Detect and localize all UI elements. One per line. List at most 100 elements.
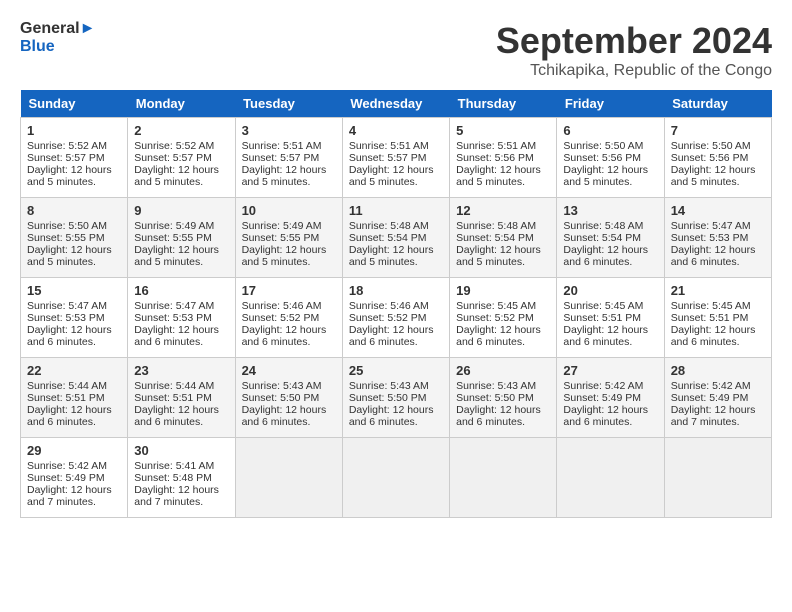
sunset-text: Sunset: 5:57 PM — [242, 152, 320, 164]
sunset-text: Sunset: 5:49 PM — [671, 392, 749, 404]
day-number: 5 — [456, 123, 550, 138]
daylight-text: Daylight: 12 hours and 5 minutes. — [27, 244, 112, 268]
week-row-4: 22Sunrise: 5:44 AMSunset: 5:51 PMDayligh… — [21, 358, 772, 438]
sunrise-text: Sunrise: 5:51 AM — [242, 140, 322, 152]
day-number: 19 — [456, 283, 550, 298]
calendar-cell: 28Sunrise: 5:42 AMSunset: 5:49 PMDayligh… — [664, 358, 771, 438]
sunrise-text: Sunrise: 5:45 AM — [563, 300, 643, 312]
sunrise-text: Sunrise: 5:49 AM — [242, 220, 322, 232]
daylight-text: Daylight: 12 hours and 5 minutes. — [456, 244, 541, 268]
daylight-text: Daylight: 12 hours and 5 minutes. — [242, 244, 327, 268]
calendar-cell: 4Sunrise: 5:51 AMSunset: 5:57 PMDaylight… — [342, 118, 449, 198]
day-number: 16 — [134, 283, 228, 298]
daylight-text: Daylight: 12 hours and 6 minutes. — [349, 324, 434, 348]
calendar-cell: 6Sunrise: 5:50 AMSunset: 5:56 PMDaylight… — [557, 118, 664, 198]
sunset-text: Sunset: 5:55 PM — [27, 232, 105, 244]
day-number: 1 — [27, 123, 121, 138]
sunset-text: Sunset: 5:56 PM — [456, 152, 534, 164]
calendar-cell: 12Sunrise: 5:48 AMSunset: 5:54 PMDayligh… — [450, 198, 557, 278]
sunset-text: Sunset: 5:55 PM — [242, 232, 320, 244]
sunrise-text: Sunrise: 5:50 AM — [27, 220, 107, 232]
sunrise-text: Sunrise: 5:49 AM — [134, 220, 214, 232]
daylight-text: Daylight: 12 hours and 6 minutes. — [134, 404, 219, 428]
sunrise-text: Sunrise: 5:43 AM — [349, 380, 429, 392]
daylight-text: Daylight: 12 hours and 5 minutes. — [456, 164, 541, 188]
sunrise-text: Sunrise: 5:41 AM — [134, 460, 214, 472]
daylight-text: Daylight: 12 hours and 6 minutes. — [671, 324, 756, 348]
sunrise-text: Sunrise: 5:42 AM — [563, 380, 643, 392]
day-number: 7 — [671, 123, 765, 138]
calendar-cell: 8 Sunrise: 5:50 AMSunset: 5:55 PMDaylight… — [21, 198, 128, 278]
sunrise-text: Sunrise: 5:50 AM — [563, 140, 643, 152]
calendar-cell: 19Sunrise: 5:45 AMSunset: 5:52 PMDayligh… — [450, 278, 557, 358]
daylight-text: Daylight: 12 hours and 5 minutes. — [349, 244, 434, 268]
col-thursday: Thursday — [450, 90, 557, 118]
day-number: 3 — [242, 123, 336, 138]
logo-blue: Blue — [20, 38, 95, 56]
daylight-text: Daylight: 12 hours and 5 minutes. — [134, 244, 219, 268]
sunset-text: Sunset: 5:51 PM — [671, 312, 749, 324]
sunrise-text: Sunrise: 5:43 AM — [456, 380, 536, 392]
day-number: 22 — [27, 363, 121, 378]
day-number: 8 — [27, 203, 121, 218]
calendar-cell: 27 Sunrise: 5:42 AMSunset: 5:49 PMDayligh… — [557, 358, 664, 438]
sunset-text: Sunset: 5:54 PM — [563, 232, 641, 244]
daylight-text: Daylight: 12 hours and 5 minutes. — [671, 164, 756, 188]
day-number: 29 — [27, 443, 121, 458]
day-number: 20 — [563, 283, 657, 298]
title-section: September 2024 Tchikapika, Republic of t… — [496, 20, 772, 80]
sunrise-text: Sunrise: 5:44 AM — [27, 380, 107, 392]
sunset-text: Sunset: 5:51 PM — [27, 392, 105, 404]
calendar-cell: 20Sunrise: 5:45 AMSunset: 5:51 PMDayligh… — [557, 278, 664, 358]
sunrise-text: Sunrise: 5:44 AM — [134, 380, 214, 392]
col-tuesday: Tuesday — [235, 90, 342, 118]
daylight-text: Daylight: 12 hours and 6 minutes. — [349, 404, 434, 428]
sunrise-text: Sunrise: 5:42 AM — [671, 380, 751, 392]
day-number: 25 — [349, 363, 443, 378]
daylight-text: Daylight: 12 hours and 5 minutes. — [27, 164, 112, 188]
calendar-cell: 16Sunrise: 5:47 AMSunset: 5:53 PMDayligh… — [128, 278, 235, 358]
daylight-text: Daylight: 12 hours and 5 minutes. — [134, 164, 219, 188]
sunrise-text: Sunrise: 5:52 AM — [27, 140, 107, 152]
day-number: 28 — [671, 363, 765, 378]
calendar-cell: 11Sunrise: 5:48 AMSunset: 5:54 PMDayligh… — [342, 198, 449, 278]
sunset-text: Sunset: 5:56 PM — [563, 152, 641, 164]
daylight-text: Daylight: 12 hours and 6 minutes. — [27, 404, 112, 428]
sunrise-text: Sunrise: 5:47 AM — [134, 300, 214, 312]
sunset-text: Sunset: 5:57 PM — [27, 152, 105, 164]
daylight-text: Daylight: 12 hours and 5 minutes. — [349, 164, 434, 188]
calendar-cell — [235, 438, 342, 518]
day-number: 10 — [242, 203, 336, 218]
sunrise-text: Sunrise: 5:47 AM — [671, 220, 751, 232]
sunset-text: Sunset: 5:51 PM — [563, 312, 641, 324]
sunrise-text: Sunrise: 5:48 AM — [563, 220, 643, 232]
sunrise-text: Sunrise: 5:48 AM — [456, 220, 536, 232]
sunrise-text: Sunrise: 5:45 AM — [671, 300, 751, 312]
calendar-cell — [450, 438, 557, 518]
calendar-cell: 25 Sunrise: 5:43 AMSunset: 5:50 PMDayligh… — [342, 358, 449, 438]
calendar-cell: 23Sunrise: 5:44 AMSunset: 5:51 PMDayligh… — [128, 358, 235, 438]
calendar-cell: 5Sunrise: 5:51 AMSunset: 5:56 PMDaylight… — [450, 118, 557, 198]
daylight-text: Daylight: 12 hours and 5 minutes. — [242, 164, 327, 188]
daylight-text: Daylight: 12 hours and 6 minutes. — [456, 324, 541, 348]
col-sunday: Sunday — [21, 90, 128, 118]
calendar-cell: 17Sunrise: 5:46 AMSunset: 5:52 PMDayligh… — [235, 278, 342, 358]
calendar-cell: 15Sunrise: 5:47 AMSunset: 5:53 PMDayligh… — [21, 278, 128, 358]
sunset-text: Sunset: 5:48 PM — [134, 472, 212, 484]
sunset-text: Sunset: 5:49 PM — [27, 472, 105, 484]
week-row-1: 1Sunrise: 5:52 AMSunset: 5:57 PMDaylight… — [21, 118, 772, 198]
logo-general: General► — [20, 20, 95, 38]
sunset-text: Sunset: 5:54 PM — [456, 232, 534, 244]
day-number: 15 — [27, 283, 121, 298]
sunrise-text: Sunrise: 5:45 AM — [456, 300, 536, 312]
sunset-text: Sunset: 5:57 PM — [134, 152, 212, 164]
day-number: 27 — [563, 363, 657, 378]
day-number: 14 — [671, 203, 765, 218]
sunset-text: Sunset: 5:49 PM — [563, 392, 641, 404]
calendar-cell: 3 Sunrise: 5:51 AMSunset: 5:57 PMDaylight… — [235, 118, 342, 198]
day-number: 24 — [242, 363, 336, 378]
daylight-text: Daylight: 12 hours and 6 minutes. — [563, 404, 648, 428]
calendar-cell: 7Sunrise: 5:50 AMSunset: 5:56 PMDaylight… — [664, 118, 771, 198]
daylight-text: Daylight: 12 hours and 6 minutes. — [671, 244, 756, 268]
sunset-text: Sunset: 5:50 PM — [349, 392, 427, 404]
